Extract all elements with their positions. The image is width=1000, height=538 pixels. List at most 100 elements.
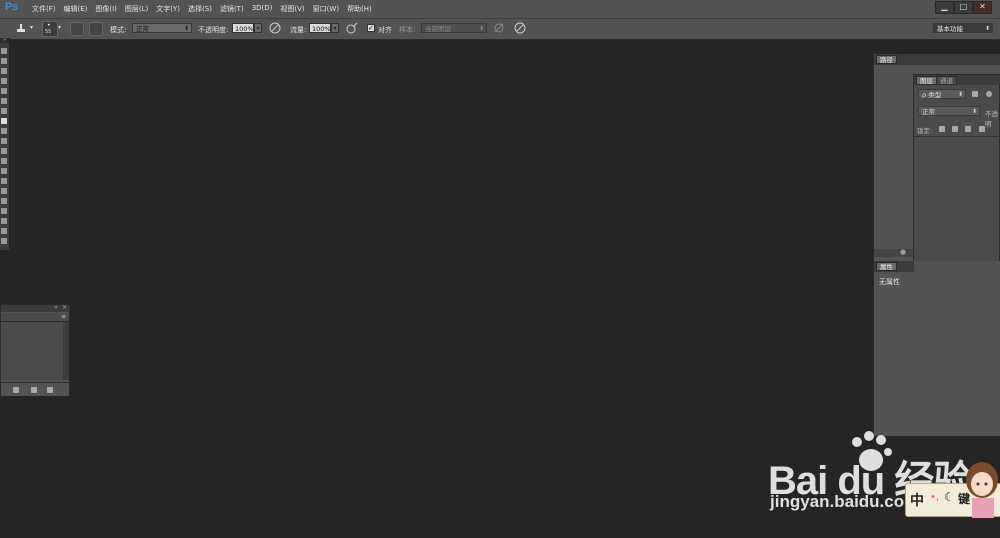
mode-dropdown[interactable]: 正常 ⬍ bbox=[132, 23, 192, 33]
menu-help[interactable]: 帮助(H) bbox=[343, 4, 376, 14]
no-properties-text: 无属性 bbox=[879, 278, 900, 286]
pressure-size-icon[interactable] bbox=[514, 22, 526, 34]
minimize-button[interactable]: ▁ bbox=[935, 1, 954, 14]
chevron-down-icon: ⬍ bbox=[957, 91, 963, 98]
marquee-tool-icon[interactable] bbox=[1, 58, 7, 64]
menu-window[interactable]: 窗口(W) bbox=[309, 4, 343, 14]
tab-layers[interactable]: 图层 bbox=[916, 76, 937, 85]
history-brush-tool-icon[interactable] bbox=[1, 138, 7, 144]
adjustment-filter-icon[interactable] bbox=[986, 91, 992, 97]
sample-dropdown[interactable]: 当前图层 ⬍ bbox=[421, 23, 487, 33]
image-filter-icon[interactable] bbox=[972, 91, 978, 97]
camera-icon[interactable] bbox=[31, 387, 37, 393]
shape-tool-icon[interactable] bbox=[1, 218, 7, 224]
tab-paths[interactable]: 路径 bbox=[876, 55, 897, 64]
brush-tool-icon[interactable] bbox=[1, 118, 7, 124]
panel-menu-icon[interactable]: ≡ bbox=[61, 313, 66, 320]
main-menu: 文件(F) 编辑(E) 图像(I) 图层(L) 文字(Y) 选择(S) 滤镜(T… bbox=[28, 4, 376, 14]
pressure-opacity-icon[interactable] bbox=[269, 22, 281, 34]
align-checkbox[interactable]: ✓ bbox=[367, 24, 375, 32]
crop-tool-icon[interactable] bbox=[1, 88, 7, 94]
menu-filter[interactable]: 滤镜(T) bbox=[216, 4, 248, 14]
panel-close-icon[interactable]: × bbox=[62, 304, 67, 311]
brush-preset-picker[interactable]: • 55 bbox=[42, 21, 58, 37]
panel-footer bbox=[1, 382, 69, 396]
eyedropper-tool-icon[interactable] bbox=[1, 98, 7, 104]
moon-icon[interactable]: ☾ bbox=[944, 490, 955, 504]
toolbar-collapse-icon[interactable]: » bbox=[0, 38, 9, 43]
menu-file[interactable]: 文件(F) bbox=[28, 4, 60, 14]
airbrush-icon[interactable] bbox=[346, 22, 358, 34]
watermark-url: jingyan.baidu.com bbox=[770, 492, 920, 511]
layer-opacity-label: 不透明 bbox=[985, 110, 998, 128]
layer-filter-value: ρ 类型 bbox=[922, 91, 942, 99]
new-item-icon[interactable] bbox=[13, 387, 19, 393]
panel-titlebar[interactable]: « × bbox=[1, 304, 69, 312]
align-label: 对齐 bbox=[378, 26, 392, 34]
lock-transparent-icon[interactable] bbox=[939, 126, 945, 132]
lock-label: 锁定: bbox=[917, 127, 933, 135]
path-select-tool-icon[interactable] bbox=[1, 208, 7, 214]
eraser-tool-icon[interactable] bbox=[1, 148, 7, 154]
opacity-input[interactable]: 100% bbox=[232, 23, 254, 33]
panel-content bbox=[1, 322, 63, 380]
brush-panel-toggle-icon[interactable] bbox=[70, 22, 84, 36]
close-button[interactable]: ✕ bbox=[973, 1, 992, 14]
floating-panel: « × ≡ bbox=[0, 304, 70, 396]
menu-image[interactable]: 图像(I) bbox=[91, 4, 121, 14]
paths-tab-row: 路径 bbox=[874, 54, 1000, 65]
sample-value: 当前图层 bbox=[425, 25, 451, 33]
workspace-switcher[interactable]: 基本功能 ⬍ bbox=[933, 23, 993, 33]
lock-pixels-icon[interactable] bbox=[952, 126, 958, 132]
flow-input[interactable]: 100% bbox=[309, 23, 331, 33]
quick-select-tool-icon[interactable] bbox=[1, 78, 7, 84]
opacity-label: 不透明度: bbox=[198, 26, 229, 34]
options-bar: ▾ • 55 ▾ 模式: 正常 ⬍ 不透明度: 100% ▾ 流量: 100% ▾… bbox=[0, 18, 1000, 40]
tab-channels[interactable]: 通道 bbox=[936, 76, 957, 85]
menu-view[interactable]: 视图(V) bbox=[276, 4, 308, 14]
panel-grip-icon[interactable]: ● bbox=[900, 248, 906, 256]
gradient-tool-icon[interactable] bbox=[1, 158, 7, 164]
flow-slider-toggle[interactable]: ▾ bbox=[331, 23, 339, 33]
blend-mode-dropdown[interactable]: 正常 ⬍ bbox=[918, 106, 980, 116]
brush-caret-icon[interactable]: ▾ bbox=[58, 24, 61, 31]
clone-stamp-tool-icon[interactable] bbox=[1, 128, 7, 134]
layer-filter-dropdown[interactable]: ρ 类型 ⬍ bbox=[918, 89, 966, 99]
opacity-slider-toggle[interactable]: ▾ bbox=[254, 23, 262, 33]
panel-collapse-icon[interactable]: « bbox=[54, 304, 58, 311]
lock-position-icon[interactable] bbox=[965, 126, 971, 132]
menu-type[interactable]: 文字(Y) bbox=[152, 4, 184, 14]
pen-tool-icon[interactable] bbox=[1, 188, 7, 194]
lasso-tool-icon[interactable] bbox=[1, 68, 7, 74]
type-tool-icon[interactable] bbox=[1, 198, 7, 204]
dodge-tool-icon[interactable] bbox=[1, 178, 7, 184]
move-tool-icon[interactable] bbox=[1, 48, 7, 54]
hand-tool-icon[interactable] bbox=[1, 228, 7, 234]
zoom-tool-icon[interactable] bbox=[1, 238, 7, 244]
maximize-button[interactable]: □ bbox=[954, 1, 973, 14]
chevron-down-icon: ⬍ bbox=[183, 25, 189, 32]
photoshop-logo: Ps bbox=[5, 1, 18, 13]
panel-scrollbar[interactable] bbox=[63, 322, 69, 380]
menu-3d[interactable]: 3D(D) bbox=[248, 4, 277, 14]
punctuation-icon[interactable]: •, bbox=[930, 492, 939, 503]
divider bbox=[914, 136, 1000, 137]
tools-panel: » bbox=[0, 38, 10, 250]
mode-label: 模式: bbox=[110, 26, 127, 34]
tool-preset-caret-icon[interactable]: ▾ bbox=[30, 24, 33, 31]
ignore-adjustment-layers-icon[interactable] bbox=[493, 22, 505, 34]
lock-all-icon[interactable] bbox=[979, 126, 985, 132]
menu-edit[interactable]: 编辑(E) bbox=[60, 4, 92, 14]
ime-language[interactable]: 中 bbox=[910, 490, 924, 510]
healing-brush-tool-icon[interactable] bbox=[1, 108, 7, 114]
blur-tool-icon[interactable] bbox=[1, 168, 7, 174]
clone-source-panel-icon[interactable] bbox=[89, 22, 103, 36]
workspace-value: 基本功能 bbox=[937, 25, 963, 33]
clone-stamp-tool-icon[interactable] bbox=[14, 22, 28, 34]
tab-properties[interactable]: 属性 bbox=[876, 262, 897, 271]
layers-panel: 图层 通道 ρ 类型 ⬍ 正常 ⬍ 不透明 锁定: bbox=[913, 74, 1000, 286]
trash-icon[interactable] bbox=[47, 387, 53, 393]
brush-size-value: 55 bbox=[45, 29, 52, 35]
menu-layer[interactable]: 图层(L) bbox=[121, 4, 152, 14]
menu-select[interactable]: 选择(S) bbox=[184, 4, 216, 14]
